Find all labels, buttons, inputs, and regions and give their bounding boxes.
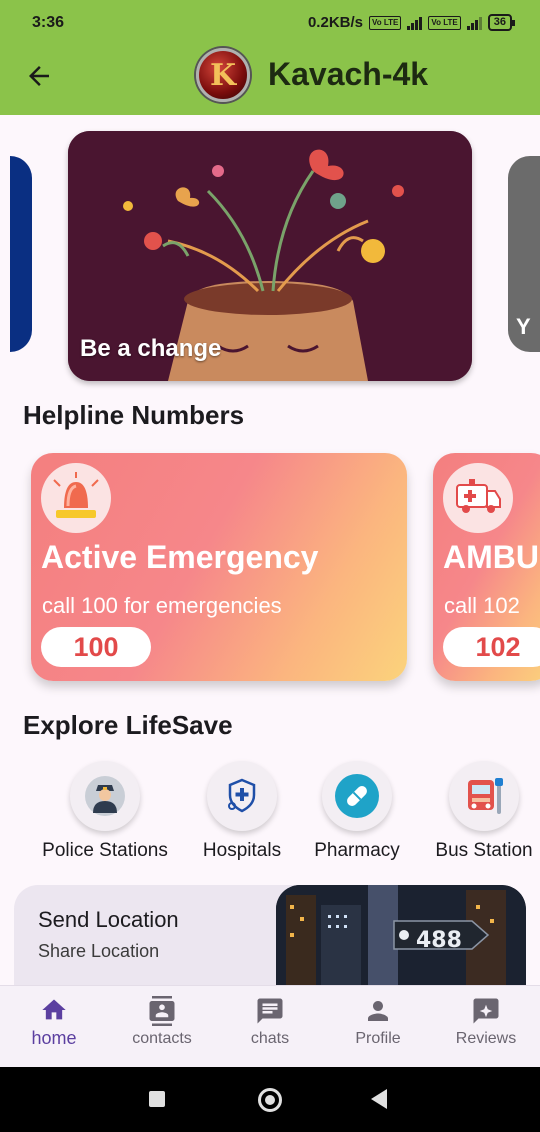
bottom-navigation: home contacts chats Profile Reviews [0, 985, 540, 1067]
nav-label: chats [250, 1030, 290, 1047]
carousel-prev-slide[interactable] [0, 156, 32, 352]
explore-label: Pharmacy [314, 840, 400, 861]
nav-label: Profile [355, 1030, 401, 1047]
image-sign-text: 488 [416, 928, 462, 953]
status-bar: 3:36 0.2KB/s Vo LTE Vo LTE 36 [0, 0, 540, 48]
explore-label: Police Stations [42, 840, 168, 861]
police-icon [70, 761, 140, 831]
nav-chats[interactable]: chats [220, 996, 320, 1048]
ambulance-icon [443, 463, 513, 533]
pharmacy-icon [322, 761, 392, 831]
next-slide-caption: Y [516, 314, 531, 339]
explore-police-stations[interactable]: Police Stations [35, 761, 175, 862]
person-icon [368, 1001, 388, 1021]
net-speed: 0.2KB/s [307, 14, 363, 31]
nav-label: Reviews [455, 1030, 517, 1047]
bus-icon [449, 761, 519, 831]
siren-icon [41, 463, 111, 533]
battery-icon: 36 [487, 14, 516, 31]
home-icon [42, 999, 66, 1020]
nav-label: home [31, 1028, 77, 1048]
nav-profile[interactable]: Profile [328, 996, 428, 1048]
signal-icon-2 [466, 16, 482, 30]
carousel-slide[interactable]: Be a change [68, 131, 472, 381]
explore-bus-station[interactable]: Bus Station [414, 761, 540, 862]
helpline-card-ambulance[interactable]: AMBU call 102 102 [433, 453, 540, 681]
signal-icon [407, 16, 423, 30]
helpline-card-subtitle: call 100 for emergencies [42, 593, 282, 618]
helpline-card-emergency[interactable]: Active Emergency call 100 for emergencie… [31, 453, 407, 681]
recents-button[interactable] [149, 1091, 165, 1107]
contacts-icon [149, 996, 175, 1026]
home-system-dot [265, 1095, 275, 1105]
status-time: 3:36 [32, 14, 65, 31]
reviews-icon [473, 998, 499, 1024]
nav-label: contacts [132, 1030, 192, 1047]
nav-home[interactable]: home [4, 996, 104, 1049]
explore-label: Bus Station [435, 840, 533, 861]
home-system-button[interactable] [258, 1088, 282, 1112]
nav-contacts[interactable]: contacts [112, 996, 212, 1048]
hospital-icon [207, 761, 277, 831]
helpline-card-title: Active Emergency [41, 539, 319, 575]
arrow-left-icon [29, 66, 49, 86]
back-system-button[interactable] [371, 1089, 389, 1109]
volte-badge-2: Vo LTE [428, 15, 461, 30]
app-title: Kavach-4k [268, 56, 429, 92]
explore-label: Hospitals [202, 840, 282, 861]
app-logo: K [196, 48, 250, 102]
back-button[interactable] [24, 61, 54, 91]
city-night-image: 488 [276, 885, 526, 985]
app-header: 3:36 0.2KB/s Vo LTE Vo LTE 36 K Kavach-4… [0, 0, 540, 115]
banner-caption: Be a change [80, 335, 222, 362]
helpline-card-title: AMBU [443, 539, 539, 575]
explore-pharmacy[interactable]: Pharmacy [287, 761, 427, 862]
carousel-next-slide[interactable]: Y [508, 156, 540, 352]
send-location-card[interactable]: Send Location Share Location 488 [14, 885, 526, 985]
share-location-subtitle: Share Location [38, 941, 160, 961]
system-nav-bar [0, 1067, 540, 1132]
nav-reviews[interactable]: Reviews [436, 996, 536, 1048]
status-icons: 0.2KB/s Vo LTE Vo LTE 36 [307, 14, 516, 31]
explore-title: Explore LifeSave [23, 710, 233, 740]
volte-badge: Vo LTE [369, 15, 402, 30]
send-location-title: Send Location [38, 907, 179, 932]
chat-icon [257, 998, 283, 1024]
helpline-card-subtitle: call 102 [444, 593, 520, 618]
helpline-call-button[interactable]: 100 [41, 627, 151, 667]
helpline-call-button[interactable]: 102 [443, 627, 540, 667]
helpline-title: Helpline Numbers [23, 400, 245, 430]
